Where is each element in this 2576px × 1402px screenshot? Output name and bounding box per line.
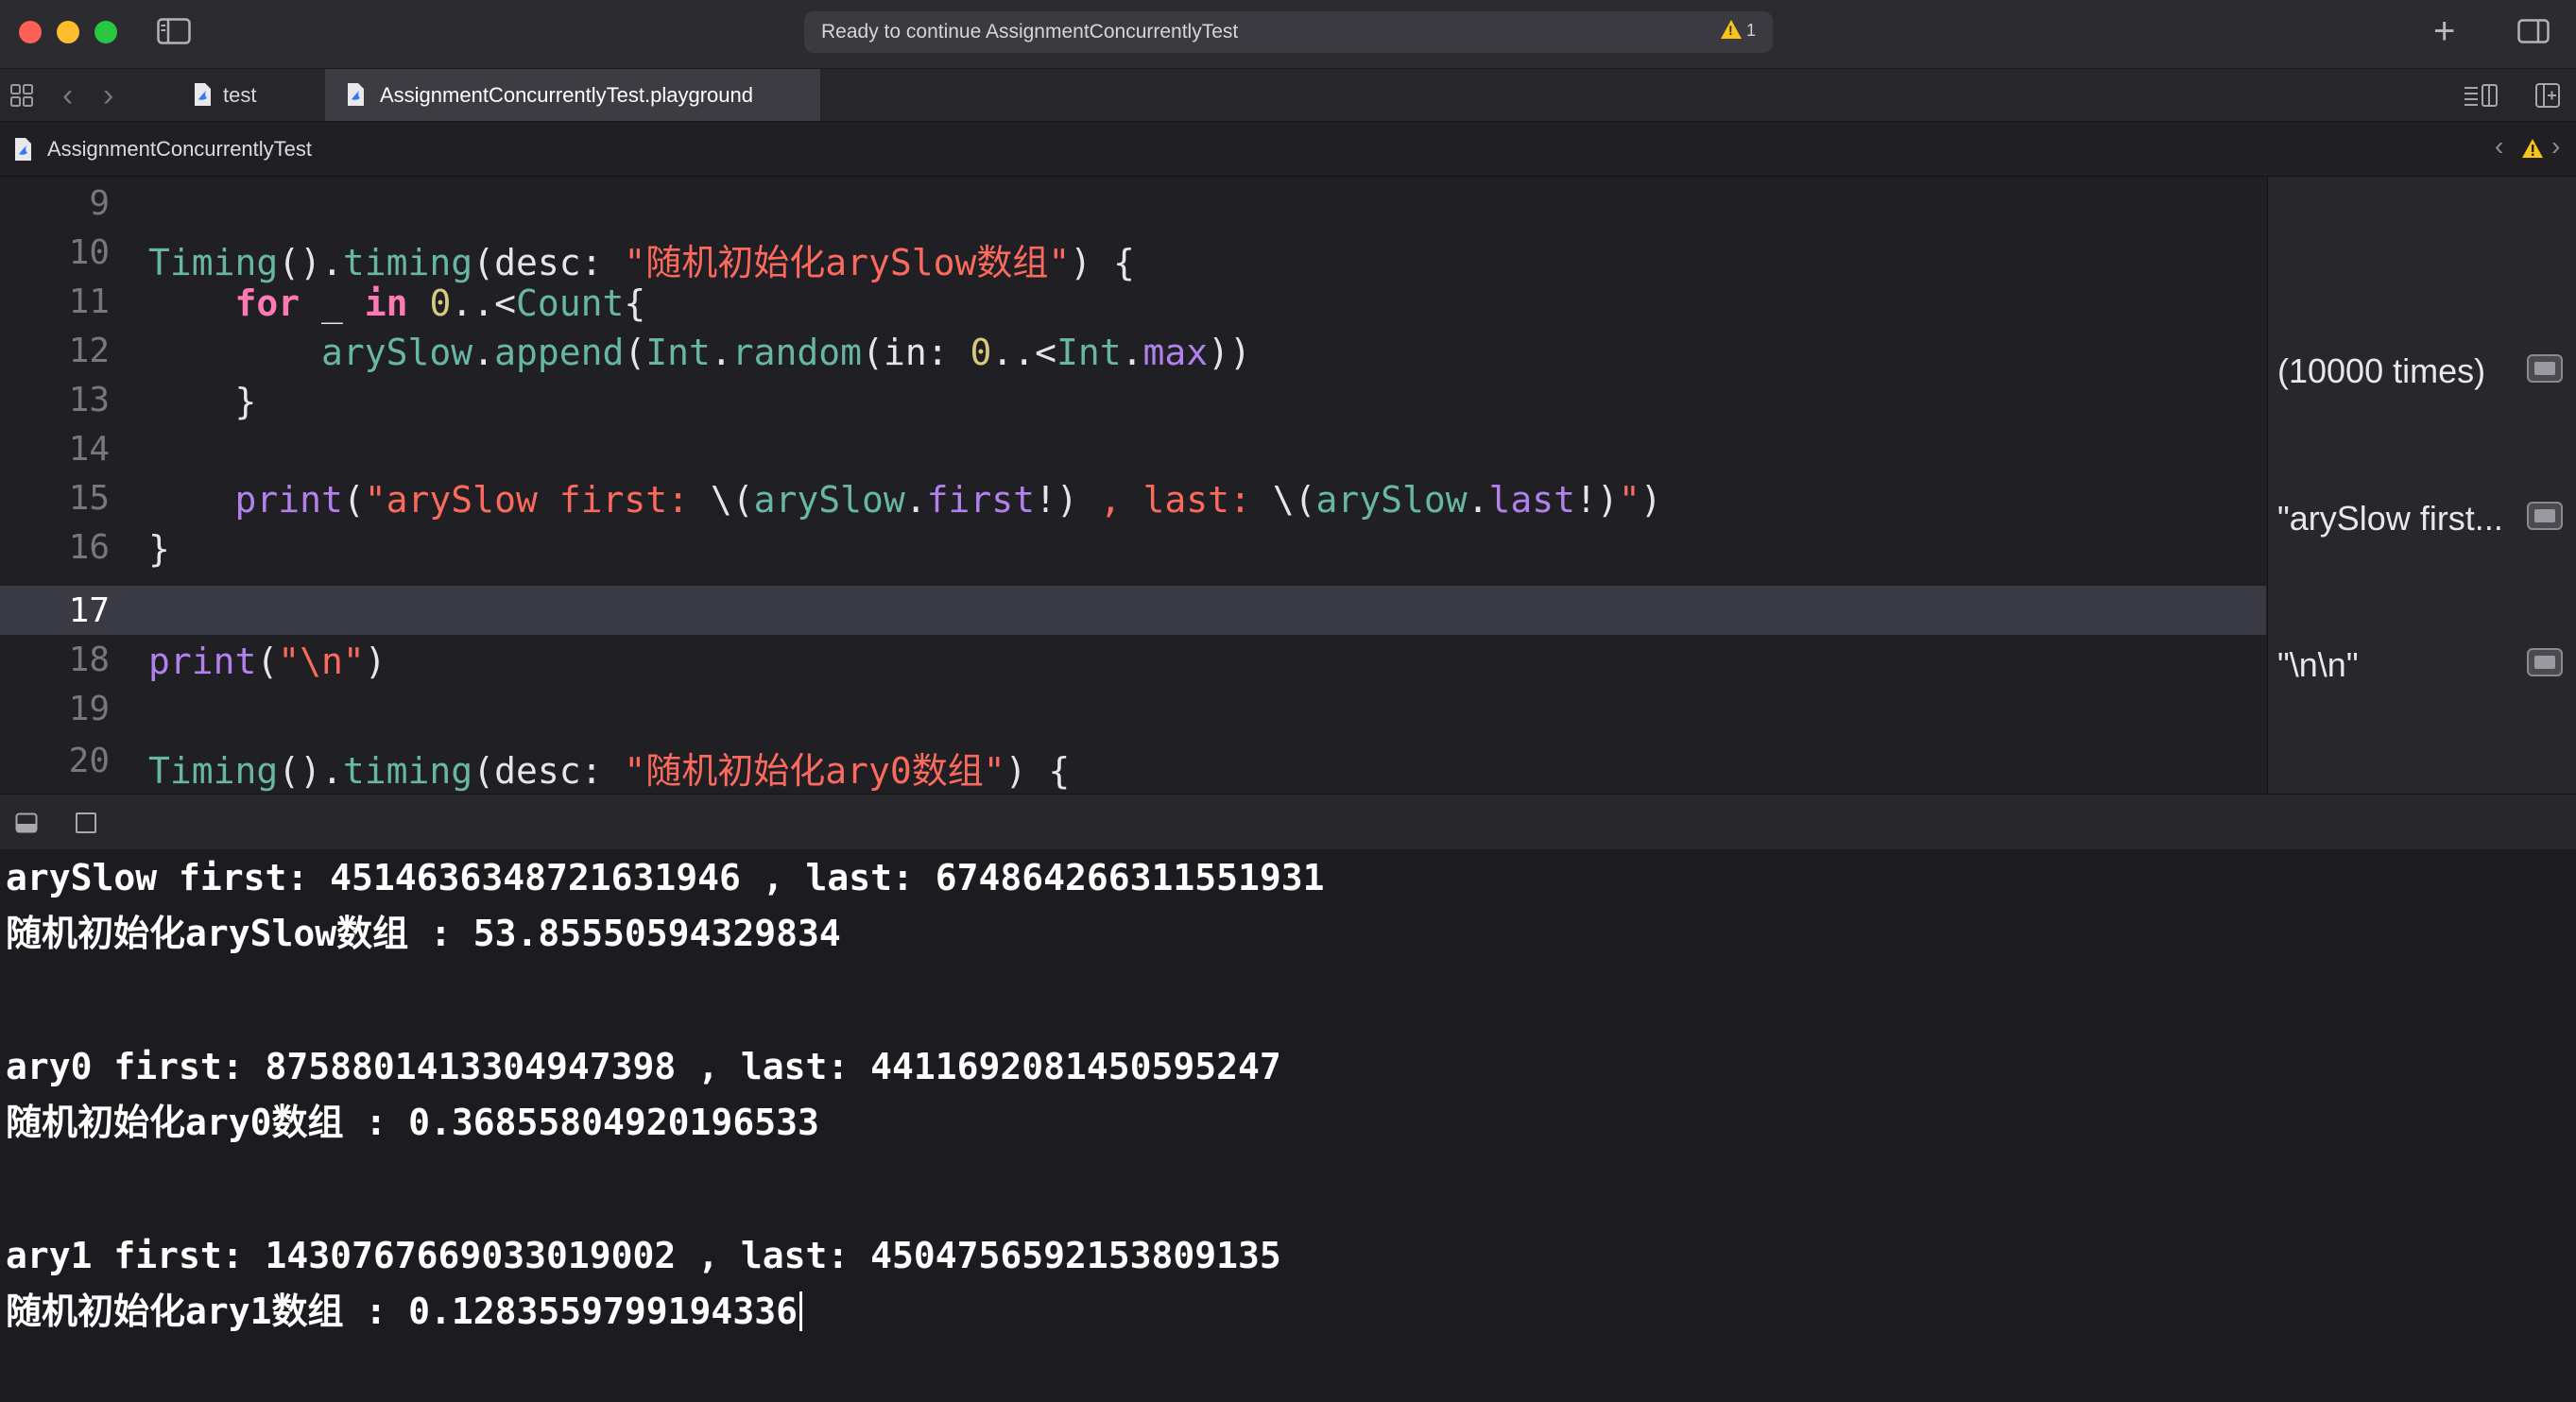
playground-file-icon: [348, 83, 364, 106]
tab-test[interactable]: test: [176, 69, 316, 121]
tab-assignment-playground[interactable]: AssignmentConcurrentlyTest.playground: [325, 69, 820, 121]
swift-file-icon: [195, 83, 211, 106]
jump-bar: AssignmentConcurrentlyTest ‹ ›: [0, 122, 2576, 177]
text-cursor: [799, 1291, 802, 1331]
breadcrumb[interactable]: AssignmentConcurrentlyTest: [47, 137, 312, 162]
line-number: 16: [68, 528, 110, 567]
previous-issue-chevron-icon[interactable]: ‹: [2495, 131, 2503, 162]
code-line: 20 Timing().timing(desc: "随机初始化ary0数组") …: [0, 736, 2266, 792]
code-text: }: [148, 381, 257, 422]
warning-icon[interactable]: [2521, 138, 2544, 159]
tab-label: test: [223, 83, 257, 107]
navigator-toggle-icon[interactable]: [157, 18, 191, 44]
hide-debug-area-icon[interactable]: [15, 812, 38, 833]
add-editor-icon[interactable]: [2534, 82, 2561, 109]
code-line: 11 for _ in 0..<Count{: [0, 277, 2266, 326]
warning-indicator[interactable]: 1: [1720, 20, 1756, 41]
current-line-highlight: 17: [0, 586, 2266, 635]
go-forward-chevron-icon[interactable]: ›: [103, 77, 113, 114]
line-number: 18: [68, 641, 110, 679]
code-text: }: [148, 528, 170, 570]
console-line-last: 随机初始化ary1数组 : 0.1283559799194336: [6, 1282, 802, 1334]
results-sidebar: (10000 times) "arySlow first... "\n\n": [2267, 177, 2576, 794]
warning-count: 1: [1745, 21, 1756, 40]
activity-status-text: Ready to continue AssignmentConcurrently…: [821, 21, 1239, 43]
result-item: "\n\n": [2268, 639, 2576, 688]
code-line: 16 }: [0, 522, 2266, 572]
line-number: 19: [68, 690, 110, 728]
warning-icon: [1720, 20, 1742, 39]
debug-bar: [0, 794, 2576, 850]
result-value: "\n\n": [2277, 645, 2359, 684]
line-number: 13: [68, 381, 110, 419]
console-line: ary0 first: 8758801413304947398 , last: …: [6, 1046, 1281, 1087]
line-number: 9: [89, 184, 110, 223]
code-line: 18 print("\n"): [0, 635, 2266, 684]
go-back-chevron-icon[interactable]: ‹: [62, 77, 73, 114]
quick-look-icon[interactable]: [2527, 502, 2563, 530]
source-editor[interactable]: 9 10 Timing().timing(desc: "随机初始化arySlow…: [0, 177, 2266, 794]
inspector-toggle-icon[interactable]: [2517, 19, 2550, 43]
console-output[interactable]: arySlow first: 4514636348721631946 , las…: [0, 849, 2576, 1402]
next-issue-chevron-icon[interactable]: ›: [2551, 131, 2560, 162]
code-line: 9: [0, 179, 2266, 228]
code-text: arySlow.append(Int.random(in: 0..<Int.ma…: [321, 332, 1251, 373]
minimize-window-button[interactable]: [57, 21, 79, 43]
console-line: arySlow first: 4514636348721631946 , las…: [6, 857, 1325, 898]
tab-label: AssignmentConcurrentlyTest.playground: [380, 83, 753, 107]
window-titlebar: Ready to continue AssignmentConcurrently…: [0, 0, 2576, 69]
add-library-button[interactable]: +: [2433, 9, 2455, 53]
code-line: 10 Timing().timing(desc: "随机初始化arySlow数组…: [0, 228, 2266, 283]
zoom-window-button[interactable]: [94, 21, 117, 43]
quick-look-icon[interactable]: [2527, 354, 2563, 383]
code-line: 15 print("arySlow first: \(arySlow.first…: [0, 473, 2266, 522]
editor-options-icon[interactable]: [2463, 82, 2499, 109]
playground-file-icon: [15, 138, 31, 161]
code-line: 19: [0, 684, 2266, 733]
console-line: ary1 first: 1430767669033019002 , last: …: [6, 1235, 1281, 1276]
tab-bar: ‹ › test AssignmentConcurrentlyTest.play…: [0, 69, 2576, 122]
close-window-button[interactable]: [19, 21, 42, 43]
activity-viewer: Ready to continue AssignmentConcurrently…: [804, 11, 1773, 53]
line-number: 12: [68, 332, 110, 370]
console-line: 随机初始化arySlow数组 : 53.85550594329834: [6, 913, 841, 954]
result-value: "arySlow first...: [2277, 499, 2503, 538]
code-text: for _ in 0..<Count{: [234, 282, 646, 324]
console-line: 随机初始化ary0数组 : 0.36855804920196533: [6, 1102, 819, 1143]
result-item: (10000 times): [2268, 345, 2576, 394]
result-item: "arySlow first...: [2268, 492, 2576, 541]
code-line: 14: [0, 424, 2266, 473]
related-items-grid-icon[interactable]: [9, 83, 34, 108]
line-number: 11: [68, 282, 110, 321]
quick-look-icon[interactable]: [2527, 648, 2563, 676]
code-text: Timing().timing(desc: "随机初始化ary0数组") {: [148, 750, 1071, 792]
line-number: 14: [68, 430, 110, 469]
code-line: 13 }: [0, 375, 2266, 424]
run-playground-stop-icon[interactable]: [76, 812, 96, 833]
code-text: print("\n"): [148, 641, 386, 682]
code-line: 12 arySlow.append(Int.random(in: 0..<Int…: [0, 326, 2266, 375]
line-number: 15: [68, 479, 110, 518]
result-value: (10000 times): [2277, 351, 2486, 390]
line-number: 20: [68, 742, 110, 780]
line-number: 10: [68, 233, 110, 272]
code-text: print("arySlow first: \(arySlow.first!) …: [234, 479, 1662, 521]
line-number: 17: [68, 591, 110, 630]
